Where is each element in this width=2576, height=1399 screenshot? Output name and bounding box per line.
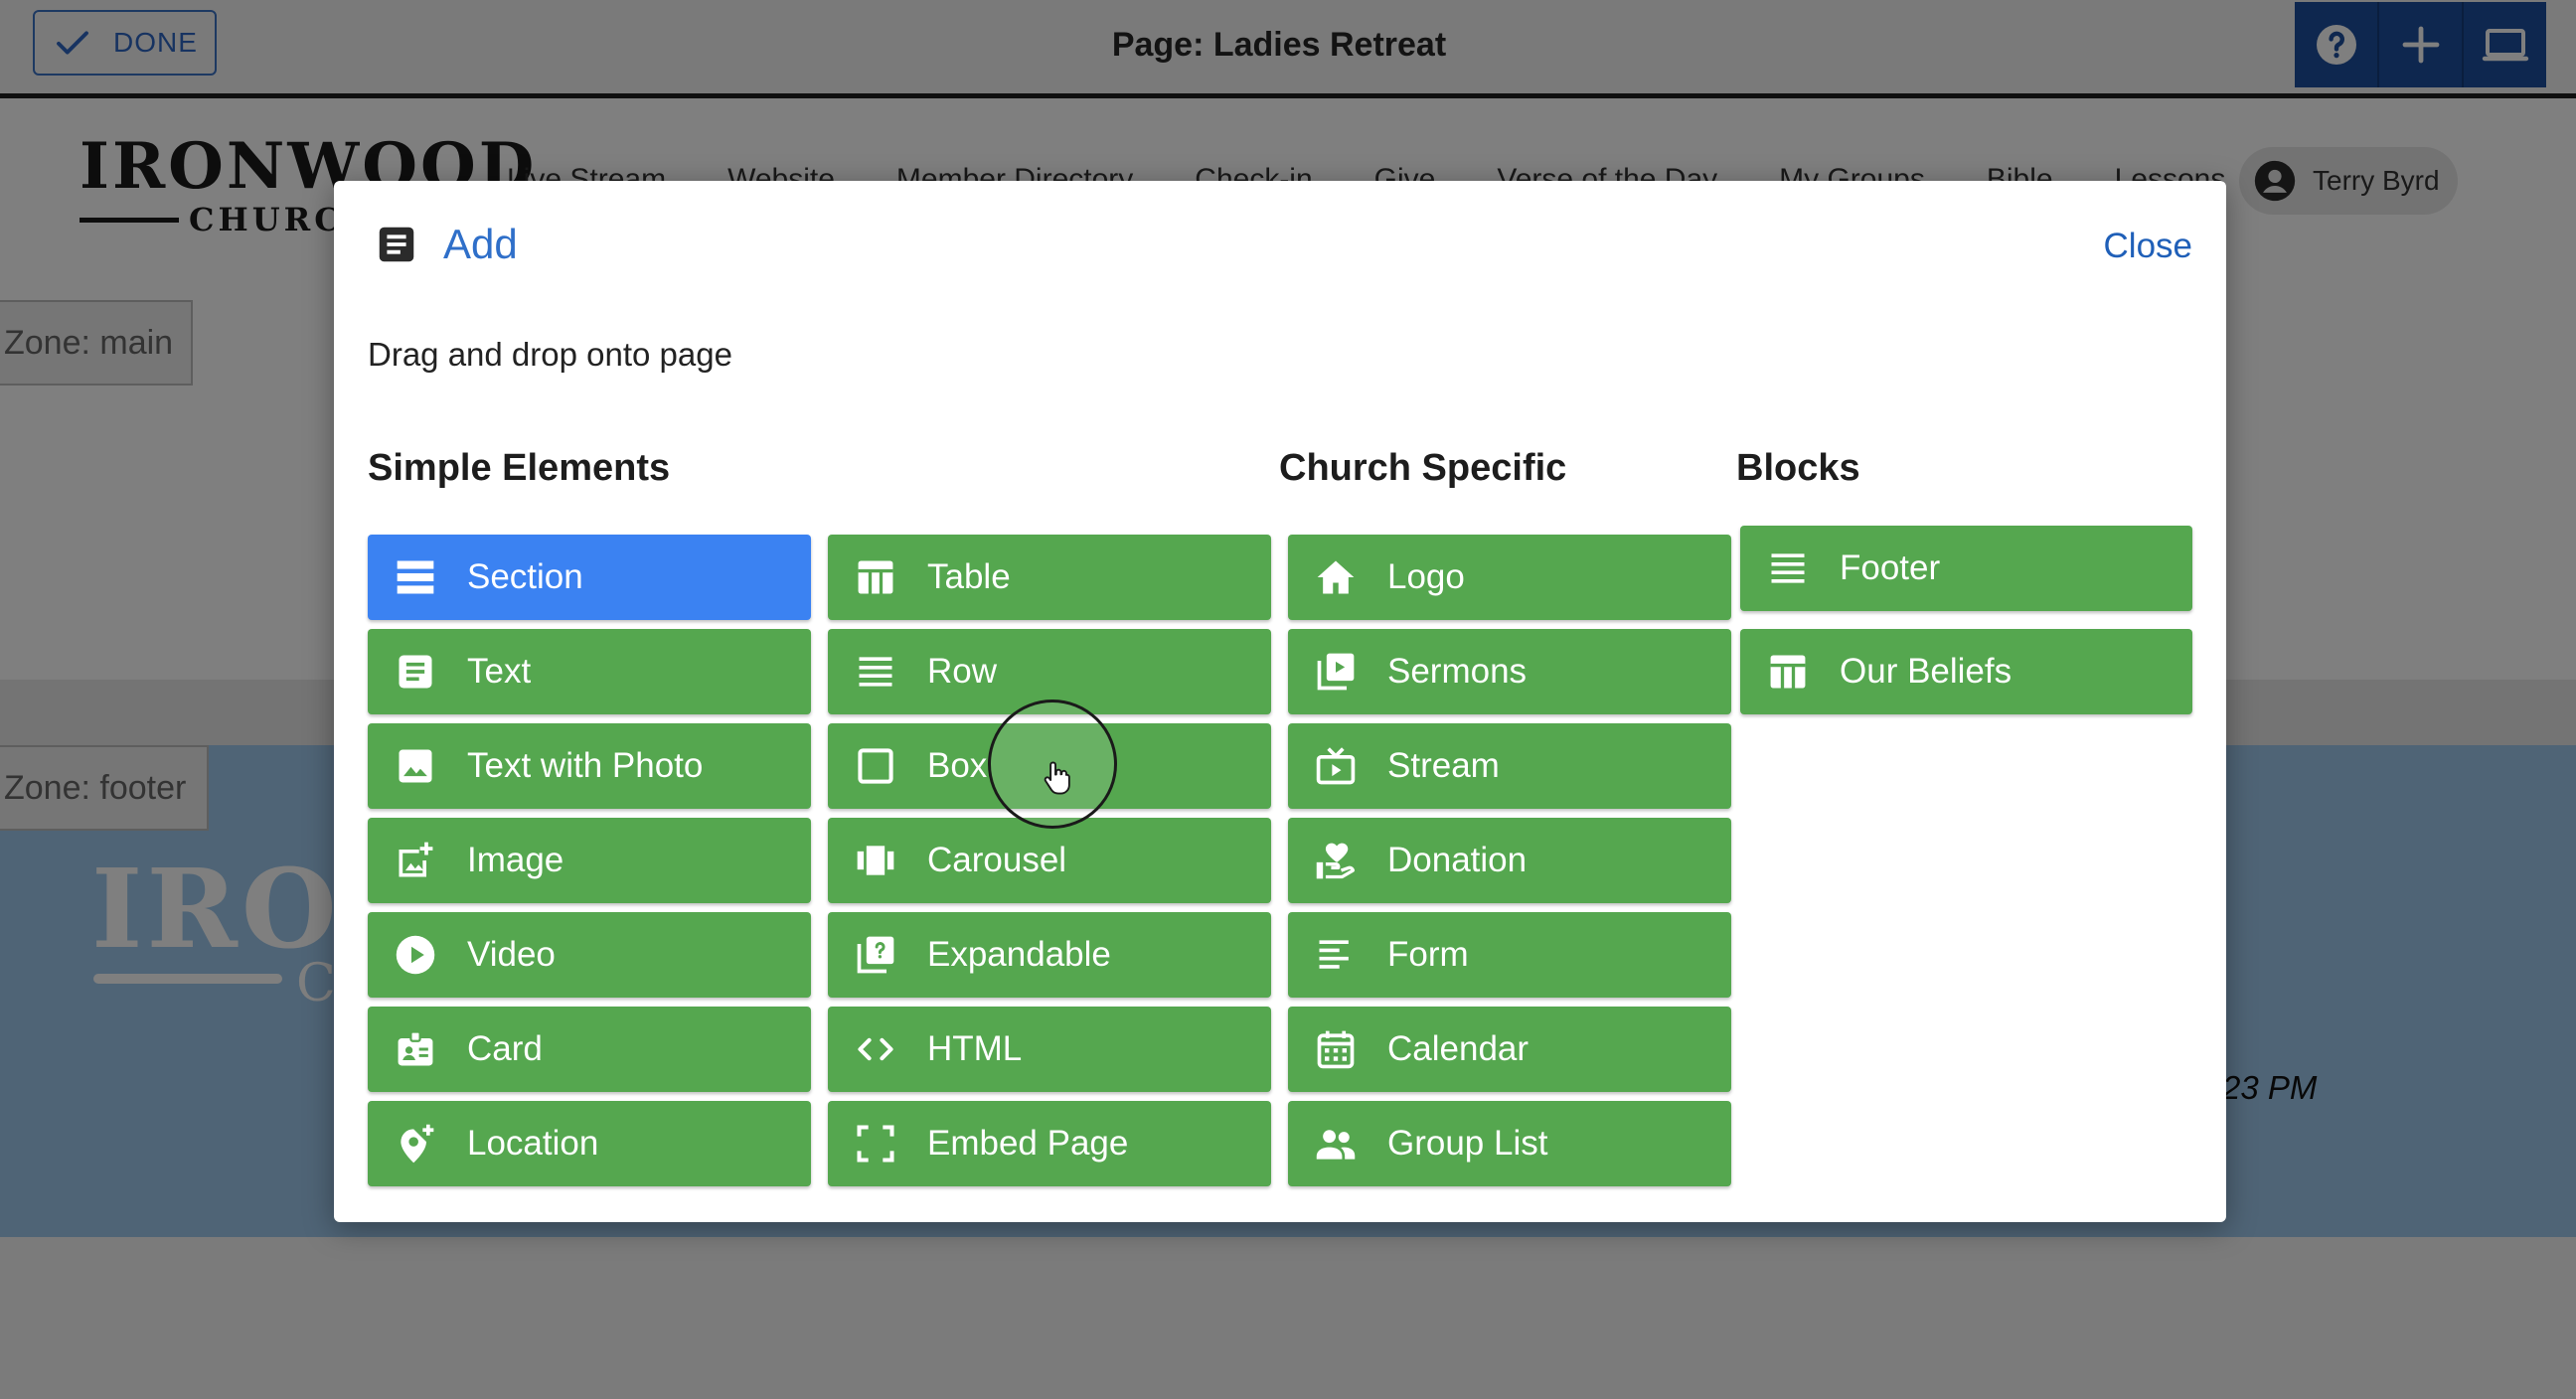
logo-element[interactable]: Logo [1288, 535, 1731, 620]
row-icon [859, 657, 892, 687]
element-label: Table [927, 557, 1011, 596]
calendar-icon [1317, 1030, 1355, 1069]
form-element[interactable]: Form [1288, 912, 1731, 998]
add-element-dialog: Add Close Drag and drop onto page Simple… [334, 181, 2226, 1222]
expandable-icon [857, 936, 894, 974]
element-label: Logo [1387, 557, 1465, 596]
section-icon [397, 560, 434, 594]
dialog-title: Add [443, 221, 518, 267]
element-label: Stream [1387, 746, 1500, 785]
sermons-icon [1317, 653, 1355, 691]
simple-elements-heading: Simple Elements [368, 447, 671, 489]
group-icon [1316, 1130, 1356, 1160]
element-label: HTML [927, 1029, 1023, 1068]
our-beliefs-block[interactable]: Our Beliefs [1740, 629, 2192, 714]
stream-element[interactable]: Stream [1288, 723, 1731, 809]
embed-icon [857, 1125, 894, 1163]
church-specific-heading: Church Specific [1279, 447, 1567, 489]
dialog-header: Add [374, 221, 518, 268]
text-with-photo-element[interactable]: Text with Photo [368, 723, 811, 809]
table-icon [858, 560, 893, 594]
section-element[interactable]: Section [368, 535, 811, 620]
embed-page-element[interactable]: Embed Page [828, 1101, 1271, 1186]
carousel-element[interactable]: Carousel [828, 818, 1271, 903]
photo-icon [399, 749, 432, 783]
video-element[interactable]: Video [368, 912, 811, 998]
element-label: Embed Page [927, 1124, 1129, 1163]
add-image-icon [399, 842, 433, 877]
footer-icon [1771, 553, 1805, 583]
table-icon [1770, 655, 1806, 689]
form-icon [1319, 940, 1349, 969]
blocks-heading: Blocks [1736, 447, 1860, 489]
element-label: Calendar [1387, 1029, 1530, 1068]
location-icon [401, 1124, 434, 1164]
tv-icon [1316, 747, 1356, 785]
box-icon [858, 748, 893, 784]
element-label: Group List [1387, 1124, 1548, 1163]
expandable-element[interactable]: Expandable [828, 912, 1271, 998]
group-list-element[interactable]: Group List [1288, 1101, 1731, 1186]
text-element[interactable]: Text [368, 629, 811, 714]
element-label: Donation [1387, 841, 1528, 879]
element-label: Sermons [1387, 652, 1528, 691]
html-element[interactable]: HTML [828, 1007, 1271, 1092]
home-icon [1317, 560, 1355, 594]
element-label: Expandable [927, 935, 1111, 974]
element-label: Image [467, 841, 564, 879]
element-label: Section [467, 557, 583, 596]
calendar-element[interactable]: Calendar [1288, 1007, 1731, 1092]
element-label: Row [927, 652, 998, 691]
card-icon [398, 1030, 433, 1066]
element-label: Carousel [927, 841, 1067, 879]
text-icon [399, 655, 432, 689]
carousel-icon [857, 846, 894, 875]
close-button[interactable]: Close [2104, 227, 2192, 266]
sermons-element[interactable]: Sermons [1288, 629, 1731, 714]
play-icon [396, 935, 435, 975]
element-label: Location [467, 1124, 599, 1163]
element-label: Text [467, 652, 532, 691]
donation-element[interactable]: Donation [1288, 818, 1731, 903]
element-label: Form [1387, 935, 1469, 974]
donation-icon [1316, 843, 1356, 879]
element-label: Video [467, 935, 556, 974]
element-label: Box [927, 746, 988, 785]
image-element[interactable]: Image [368, 818, 811, 903]
code-icon [858, 1037, 893, 1061]
table-element[interactable]: Table [828, 535, 1271, 620]
card-element[interactable]: Card [368, 1007, 811, 1092]
element-label: Footer [1840, 548, 1941, 587]
dialog-description: Drag and drop onto page [368, 336, 732, 373]
footer-block[interactable]: Footer [1740, 526, 2192, 611]
element-label: Our Beliefs [1840, 652, 2012, 691]
element-label: Card [467, 1029, 543, 1068]
element-label: Text with Photo [467, 746, 704, 785]
location-element[interactable]: Location [368, 1101, 811, 1186]
hand-cursor-icon [1044, 761, 1070, 795]
article-icon [379, 227, 414, 262]
